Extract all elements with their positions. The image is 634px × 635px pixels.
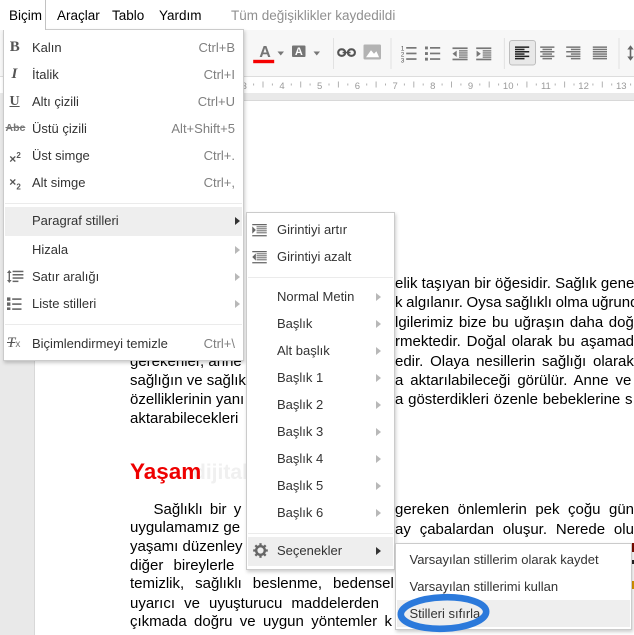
svg-text:8: 8 bbox=[430, 81, 435, 92]
svg-text:9: 9 bbox=[468, 81, 473, 92]
svg-text:7: 7 bbox=[392, 81, 397, 92]
svg-text:A: A bbox=[295, 46, 303, 58]
svg-text:12: 12 bbox=[578, 81, 589, 92]
svg-text:4: 4 bbox=[279, 81, 284, 92]
svg-text:11: 11 bbox=[541, 81, 551, 92]
svg-text:3: 3 bbox=[401, 57, 405, 64]
svg-text:6: 6 bbox=[355, 81, 360, 92]
svg-text:A: A bbox=[259, 44, 271, 61]
svg-text:5: 5 bbox=[317, 81, 322, 92]
svg-text:10: 10 bbox=[503, 81, 514, 92]
svg-text:13: 13 bbox=[616, 81, 627, 92]
